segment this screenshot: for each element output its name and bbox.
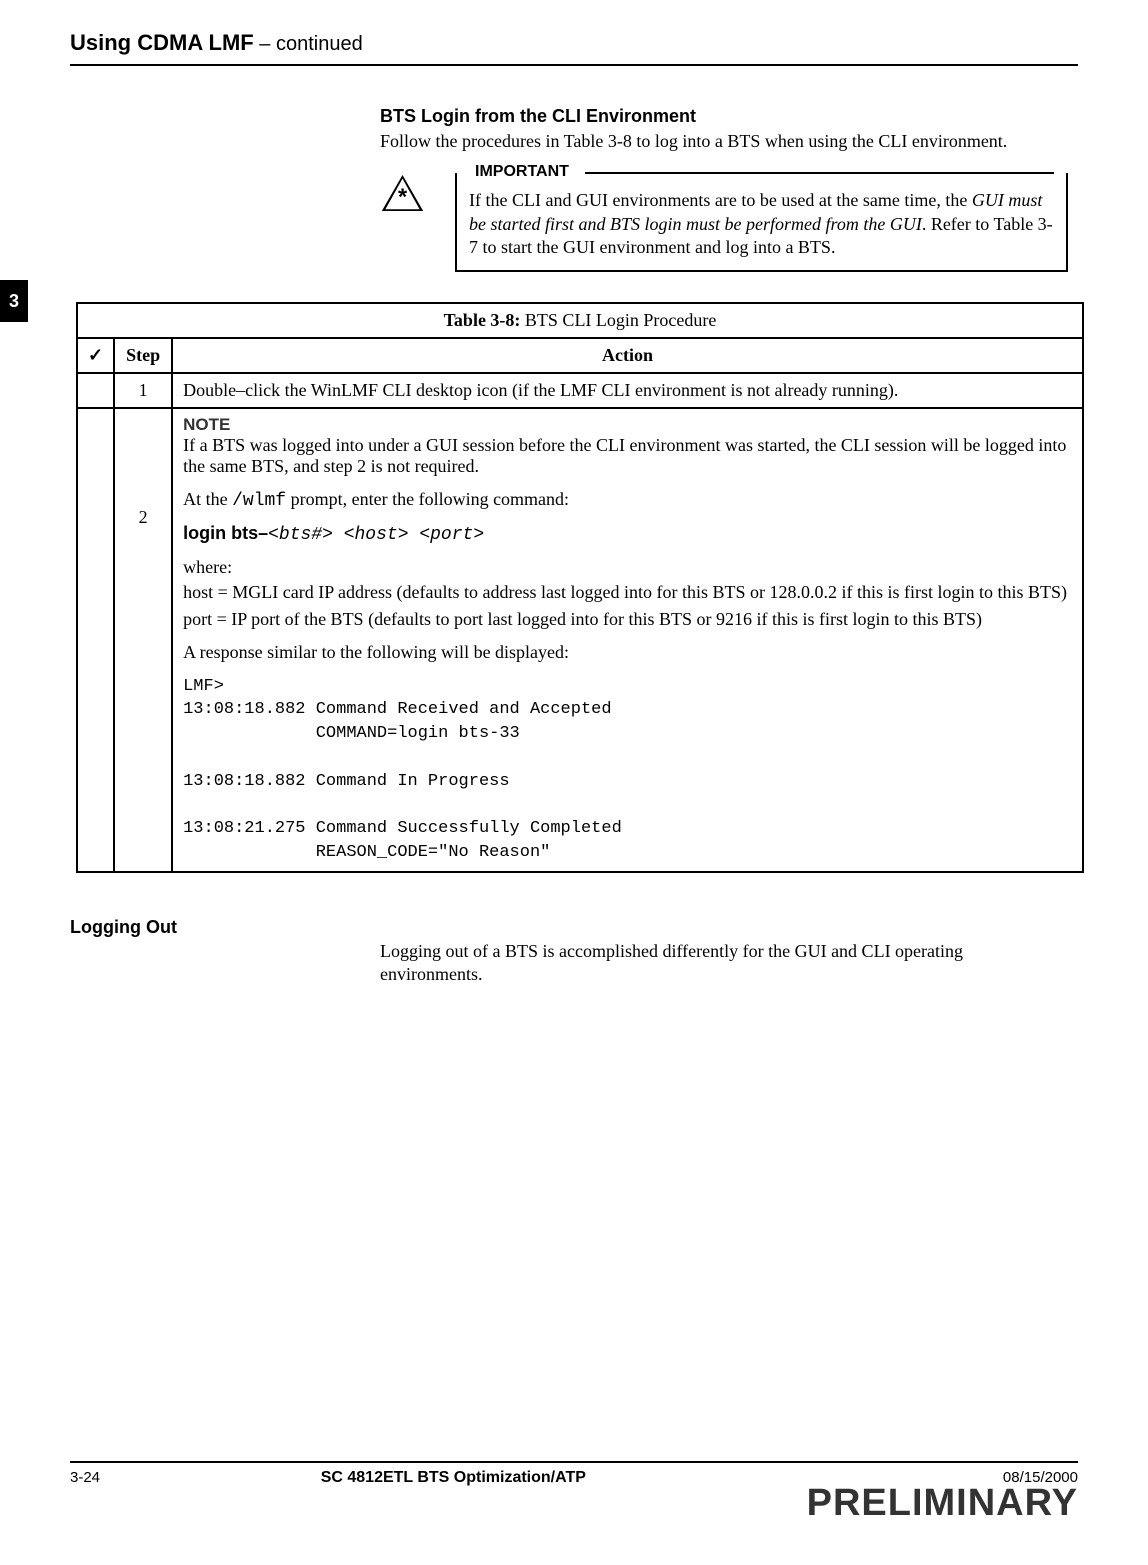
important-rule (585, 172, 1054, 174)
check-cell (77, 373, 114, 408)
login-command: login bts–<bts#> <host> <port> (183, 523, 1072, 545)
response-intro: A response similar to the following will… (183, 642, 1072, 663)
col-step: Step (114, 338, 172, 373)
svg-text:*: * (398, 184, 408, 210)
login-bold: login bts– (183, 523, 268, 543)
col-check: ✓ (77, 338, 114, 373)
page-footer: 3-24 SC 4812ETL BTS Optimization/ATP 08/… (70, 1461, 1078, 1525)
table-row: 1 Double–click the WinLMF CLI desktop ic… (77, 373, 1083, 408)
header-title-main: Using CDMA LMF (70, 30, 254, 55)
important-callout: * IMPORTANT If the CLI and GUI environme… (380, 173, 1068, 271)
logging-out-section: Logging Out Logging out of a BTS is acco… (70, 917, 1078, 987)
important-star-icon: * (380, 173, 425, 213)
col-action: Action (172, 338, 1083, 373)
where-label: where: (183, 557, 1072, 578)
at-mono: /wlmf (232, 491, 286, 511)
header-title-cont: – continued (254, 33, 363, 55)
procedure-table: Table 3-8: BTS CLI Login Procedure ✓ Ste… (76, 302, 1084, 873)
table-title-row: Table 3-8: BTS CLI Login Procedure (77, 303, 1083, 338)
important-text: If the CLI and GUI environments are to b… (469, 189, 1054, 259)
bts-login-heading: BTS Login from the CLI Environment (380, 106, 1068, 127)
action-cell: NOTE If a BTS was logged into under a GU… (172, 408, 1083, 872)
table-title-bold: Table 3-8: (444, 310, 521, 330)
table-header-row: ✓ Step Action (77, 338, 1083, 373)
at-pre: At the (183, 489, 232, 509)
footer-center: SC 4812ETL BTS Optimization/ATP (321, 1469, 586, 1487)
at-post: prompt, enter the following command: (286, 489, 569, 509)
table-title-rest: BTS CLI Login Procedure (520, 310, 716, 330)
page-header: Using CDMA LMF – continued (70, 30, 1078, 66)
footer-watermark: PRELIMINARY (807, 1482, 1078, 1525)
footer-page-number: 3-24 (70, 1469, 100, 1486)
logging-out-heading: Logging Out (70, 917, 1078, 938)
step-cell: 1 (114, 373, 172, 408)
note-text: If a BTS was logged into under a GUI ses… (183, 435, 1072, 477)
important-label: IMPORTANT (467, 163, 577, 181)
at-prompt-line: At the /wlmf prompt, enter the following… (183, 489, 1072, 511)
port-desc: port = IP port of the BTS (defaults to p… (183, 609, 1072, 630)
host-desc: host = MGLI card IP address (defaults to… (183, 582, 1072, 603)
logging-out-para: Logging out of a BTS is accomplished dif… (380, 940, 1048, 987)
step-cell: 2 (114, 408, 172, 872)
action-cell: Double–click the WinLMF CLI desktop icon… (172, 373, 1083, 408)
check-cell (77, 408, 114, 872)
response-block: LMF> 13:08:18.882 Command Received and A… (183, 675, 1072, 865)
table-row: 2 NOTE If a BTS was logged into under a … (77, 408, 1083, 872)
important-text-pre: If the CLI and GUI environments are to b… (469, 190, 972, 210)
note-label: NOTE (183, 415, 1072, 435)
login-ital: <bts#> <host> <port> (268, 525, 484, 545)
bts-login-intro: Follow the procedures in Table 3-8 to lo… (380, 130, 1068, 153)
chapter-tab: 3 (0, 280, 28, 322)
